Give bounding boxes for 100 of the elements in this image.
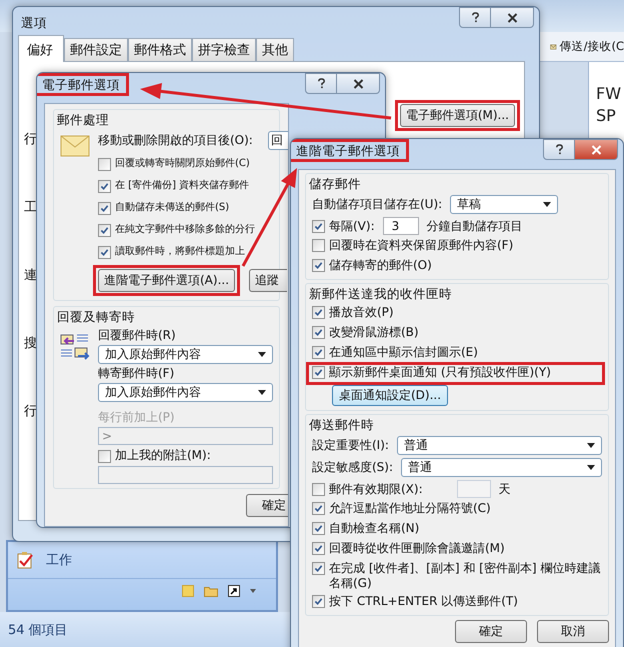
- help-button[interactable]: [543, 139, 575, 160]
- option-label: 在完成 [收件者]、[副本] 和 [密件副本] 欄位時建議名稱(G): [329, 561, 601, 591]
- checkbox[interactable]: [98, 224, 111, 236]
- checkbox[interactable]: [98, 202, 111, 214]
- setting-label: 工: [24, 199, 38, 216]
- tab[interactable]: 郵件設定: [64, 38, 128, 61]
- ok-button[interactable]: 確定: [246, 494, 288, 517]
- caret-icon: [258, 352, 266, 357]
- dropdown[interactable]: 加入原始郵件內容: [98, 345, 273, 364]
- option-label: 儲存轉寄的郵件(O): [329, 258, 433, 273]
- dialog-button[interactable]: 確定: [455, 620, 527, 643]
- checkbox[interactable]: [98, 246, 111, 258]
- checkbox[interactable]: [312, 522, 325, 535]
- option-label: 允許逗點當作地址分隔符號(C): [329, 501, 492, 516]
- checkbox[interactable]: [312, 326, 325, 339]
- field-label: 自動儲存項目儲存在(U):: [312, 197, 442, 212]
- checkbox[interactable]: [312, 502, 325, 515]
- setting-label: 連: [24, 267, 38, 284]
- input-field[interactable]: [98, 466, 273, 484]
- dialog-button[interactable]: 取消: [537, 620, 609, 643]
- caret-icon: [587, 465, 595, 470]
- option-label: 分鐘自動儲存項目: [426, 218, 523, 234]
- help-icon: [316, 78, 326, 89]
- option-label: 每隔(V):: [329, 218, 375, 234]
- input-field[interactable]: 3: [382, 217, 419, 235]
- envelope-icon: [60, 135, 90, 157]
- preview-text: SP: [596, 106, 616, 126]
- window-title: 電子郵件選項: [42, 77, 120, 92]
- help-button[interactable]: [305, 73, 337, 94]
- option-label: 改變滑鼠游標(B): [329, 325, 420, 340]
- option-label: 在純文字郵件中移除多餘的分行: [115, 222, 255, 237]
- checkbox[interactable]: [312, 306, 325, 319]
- checkbox[interactable]: [312, 259, 325, 272]
- close-button[interactable]: [575, 139, 618, 160]
- option-label: 天: [498, 482, 511, 496]
- dropdown[interactable]: 加入原始郵件內容: [98, 383, 273, 402]
- setting-label: 行: [24, 131, 38, 148]
- group-heading: 儲存郵件: [309, 176, 361, 192]
- group-heading: 傳送郵件時: [309, 417, 374, 433]
- tab[interactable]: 其他: [256, 38, 294, 61]
- option-label: 回覆時在資料夾保留原郵件內容(F): [329, 238, 514, 253]
- task-icon: [16, 551, 34, 569]
- option-label: 移動或刪除開啟的項目後(O):: [98, 133, 253, 148]
- setting-label: 行: [24, 403, 38, 420]
- group-heading: 郵件處理: [57, 112, 109, 128]
- field-label: 設定敏感度(S):: [312, 460, 394, 475]
- option-button[interactable]: 進階電子郵件選項(A)...: [98, 269, 236, 292]
- checkbox[interactable]: [312, 220, 325, 233]
- window-title: 進階電子郵件選項: [296, 143, 400, 158]
- option-label: 讀取郵件時，將郵件標題加上: [115, 244, 245, 259]
- dropdown[interactable]: 普通: [396, 436, 602, 455]
- option-label: 加上我的附註(M):: [115, 448, 211, 463]
- group-heading: 回覆及轉寄時: [57, 309, 135, 325]
- toolbar-button[interactable]: 傳送/接收(C: [560, 39, 624, 54]
- checkbox[interactable]: [312, 562, 325, 575]
- checkbox[interactable]: [312, 595, 325, 608]
- close-button[interactable]: [491, 7, 534, 28]
- checkbox[interactable]: [98, 158, 111, 170]
- setting-label: 搜: [24, 335, 38, 352]
- checkbox[interactable]: [312, 483, 325, 496]
- email-options-button[interactable]: 電子郵件選項(M)...: [400, 104, 515, 127]
- option-label: 回覆或轉寄時關閉原始郵件(C): [115, 156, 250, 171]
- status-text: 54 個項目: [8, 622, 68, 638]
- dropdown[interactable]: 回: [268, 131, 288, 150]
- checkbox[interactable]: [98, 180, 111, 192]
- checkbox[interactable]: [98, 450, 111, 462]
- tab[interactable]: 郵件格式: [128, 38, 192, 61]
- notification-settings-button[interactable]: 桌面通知設定(D)...: [332, 385, 448, 406]
- option-label: 顯示新郵件桌面通知 (只有預設收件匣)(Y): [329, 365, 552, 380]
- tab[interactable]: 拼字檢查: [192, 38, 256, 61]
- close-icon: [506, 12, 518, 22]
- shortcut-icon[interactable]: [228, 585, 240, 597]
- checkbox[interactable]: [312, 366, 325, 379]
- option-label: 播放音效(P): [329, 305, 395, 320]
- dropdown[interactable]: 普通: [401, 458, 602, 477]
- checkbox[interactable]: [312, 239, 325, 252]
- option-label: 自動檢查名稱(N): [329, 521, 420, 536]
- checkbox[interactable]: [312, 346, 325, 359]
- help-icon: [554, 144, 564, 155]
- option-label: 郵件有效期限(X):: [329, 482, 423, 496]
- option-label: 在通知區中顯示信封圖示(E): [329, 345, 479, 360]
- window-title: 選項: [21, 15, 47, 30]
- option-button[interactable]: 追蹤: [249, 269, 288, 292]
- help-icon: [470, 12, 480, 23]
- field-label: 每行前加上(P): [98, 410, 176, 425]
- input-field[interactable]: [456, 480, 491, 498]
- checkbox[interactable]: [312, 542, 325, 555]
- close-icon: [352, 78, 364, 88]
- option-label: 按下 CTRL+ENTER 以傳送郵件(T): [329, 594, 519, 609]
- option-label: 回覆時從收件匣刪除會議邀請(M): [329, 541, 506, 556]
- option-label: 在 [寄件備份] 資料夾儲存郵件: [115, 178, 250, 193]
- dropdown[interactable]: 草稿: [450, 195, 558, 214]
- close-icon: [590, 144, 602, 154]
- option-label: 自動儲存未傳送的郵件(S): [115, 200, 230, 215]
- help-button[interactable]: [459, 7, 491, 28]
- dropdown-arrow-icon[interactable]: [250, 589, 256, 593]
- tab[interactable]: 偏好: [18, 35, 64, 62]
- caret-icon: [258, 390, 266, 395]
- close-button[interactable]: [337, 73, 380, 94]
- reply-forward-icon: [60, 332, 90, 362]
